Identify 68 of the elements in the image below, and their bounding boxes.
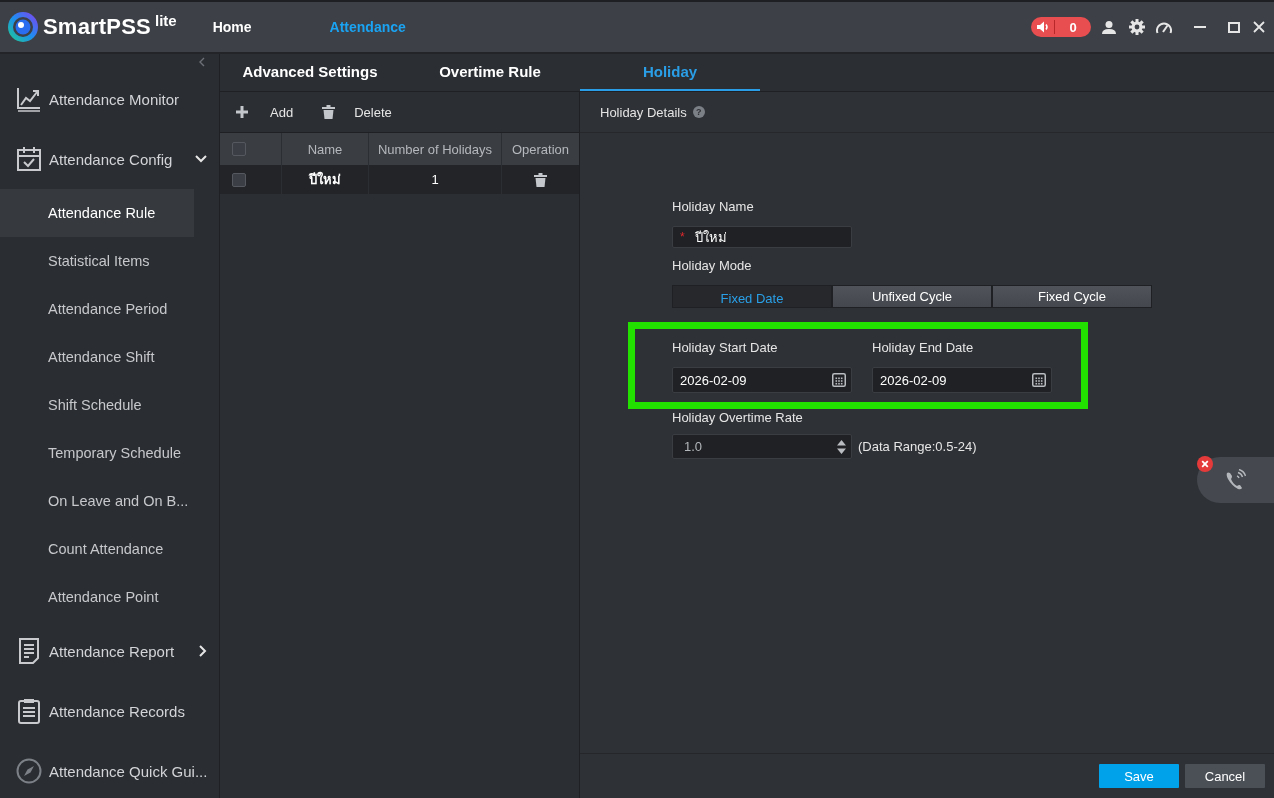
sidebar-item[interactable]: Attendance Config — [0, 129, 219, 189]
phone-icon — [1224, 469, 1246, 491]
user-icon[interactable] — [1102, 20, 1116, 34]
maximize-icon[interactable] — [1228, 21, 1240, 33]
delete-button[interactable]: Delete — [322, 100, 392, 124]
mode-option[interactable]: Unfixed Cycle — [832, 285, 992, 308]
field-label: Holiday End Date — [872, 339, 974, 357]
clipboard-icon — [16, 698, 42, 724]
field-label: Holiday Start Date — [672, 339, 778, 357]
sidebar-subitem[interactable]: Statistical Items — [0, 237, 194, 285]
date-field[interactable]: 2026-02-09 — [872, 367, 1052, 393]
trash-icon — [322, 105, 336, 119]
chevron-left-icon[interactable] — [199, 56, 205, 67]
tab[interactable]: Advanced Settings — [220, 54, 400, 91]
gauge-icon[interactable] — [1156, 20, 1172, 34]
mode-option[interactable]: Fixed Date — [672, 285, 832, 308]
sidebar-item[interactable]: Attendance Monitor — [0, 69, 219, 129]
add-button[interactable]: Add — [236, 100, 294, 124]
nav-tab[interactable]: Home — [202, 13, 262, 41]
app-name: SmartPSS — [43, 14, 151, 40]
speaker-icon — [1037, 21, 1051, 33]
close-icon[interactable] — [1197, 456, 1213, 472]
table-row[interactable]: ปีใหม่ 1 — [220, 165, 579, 194]
table-cell: 1 — [431, 172, 439, 187]
required-mark: * — [680, 230, 685, 244]
compass-icon — [16, 758, 42, 784]
calendar-icon[interactable] — [1032, 373, 1046, 387]
sidebar-item[interactable]: Attendance Report — [0, 621, 219, 681]
number-field[interactable]: 1.0 — [672, 434, 852, 459]
close-icon[interactable] — [1253, 21, 1265, 33]
field-label: Holiday Mode — [672, 257, 752, 275]
document-icon — [16, 638, 42, 664]
table-cell-text: ปีใหม่ — [309, 170, 341, 189]
settings-icon[interactable] — [1129, 19, 1145, 35]
tab[interactable]: Overtime Rule — [400, 54, 580, 91]
logo-icon — [8, 12, 38, 42]
field-label: Holiday Name — [672, 198, 754, 216]
nav-tab[interactable]: Attendance — [319, 13, 416, 41]
checkbox[interactable] — [232, 142, 246, 156]
sidebar-subitem[interactable]: Attendance Shift — [0, 333, 194, 381]
sidebar-subitem[interactable]: Temporary Schedule — [0, 429, 194, 477]
field-label: Holiday Overtime Rate — [672, 409, 803, 427]
sidebar-item[interactable]: Attendance Records — [0, 681, 219, 741]
sidebar-subitem[interactable]: On Leave and On B... — [0, 477, 194, 525]
line-chart-icon — [16, 86, 42, 112]
calendar-check-icon — [16, 146, 42, 172]
checkbox[interactable] — [232, 172, 246, 187]
mode-option[interactable]: Fixed Cycle — [992, 285, 1152, 308]
trash-icon[interactable] — [534, 172, 547, 187]
chevron-down-icon — [195, 155, 207, 163]
range-hint: (Data Range:0.5-24) — [858, 439, 977, 454]
cancel-button[interactable]: Cancel — [1185, 764, 1265, 788]
chevron-right-icon — [199, 645, 207, 657]
alarm-button[interactable]: 0 — [1031, 17, 1091, 37]
sidebar-item[interactable]: Attendance Quick Gui... — [0, 741, 219, 798]
sidebar-subitem[interactable]: Shift Schedule — [0, 381, 194, 429]
calendar-icon[interactable] — [832, 373, 846, 387]
edition-label: lite — [155, 12, 177, 29]
name-field[interactable]: * ปีใหม่ — [672, 226, 852, 248]
plus-icon — [236, 106, 248, 118]
spinner-icon[interactable] — [837, 439, 846, 454]
sidebar-subitem[interactable]: Count Attendance — [0, 525, 194, 573]
call-widget[interactable] — [1197, 457, 1274, 503]
sidebar-subitem[interactable]: Attendance Period — [0, 285, 194, 333]
date-field[interactable]: 2026-02-09 — [672, 367, 852, 393]
panel-title: Holiday Details — [600, 104, 687, 120]
sidebar-subitem[interactable]: Attendance Rule — [0, 189, 194, 237]
sidebar-subitem[interactable]: Attendance Point — [0, 573, 194, 621]
